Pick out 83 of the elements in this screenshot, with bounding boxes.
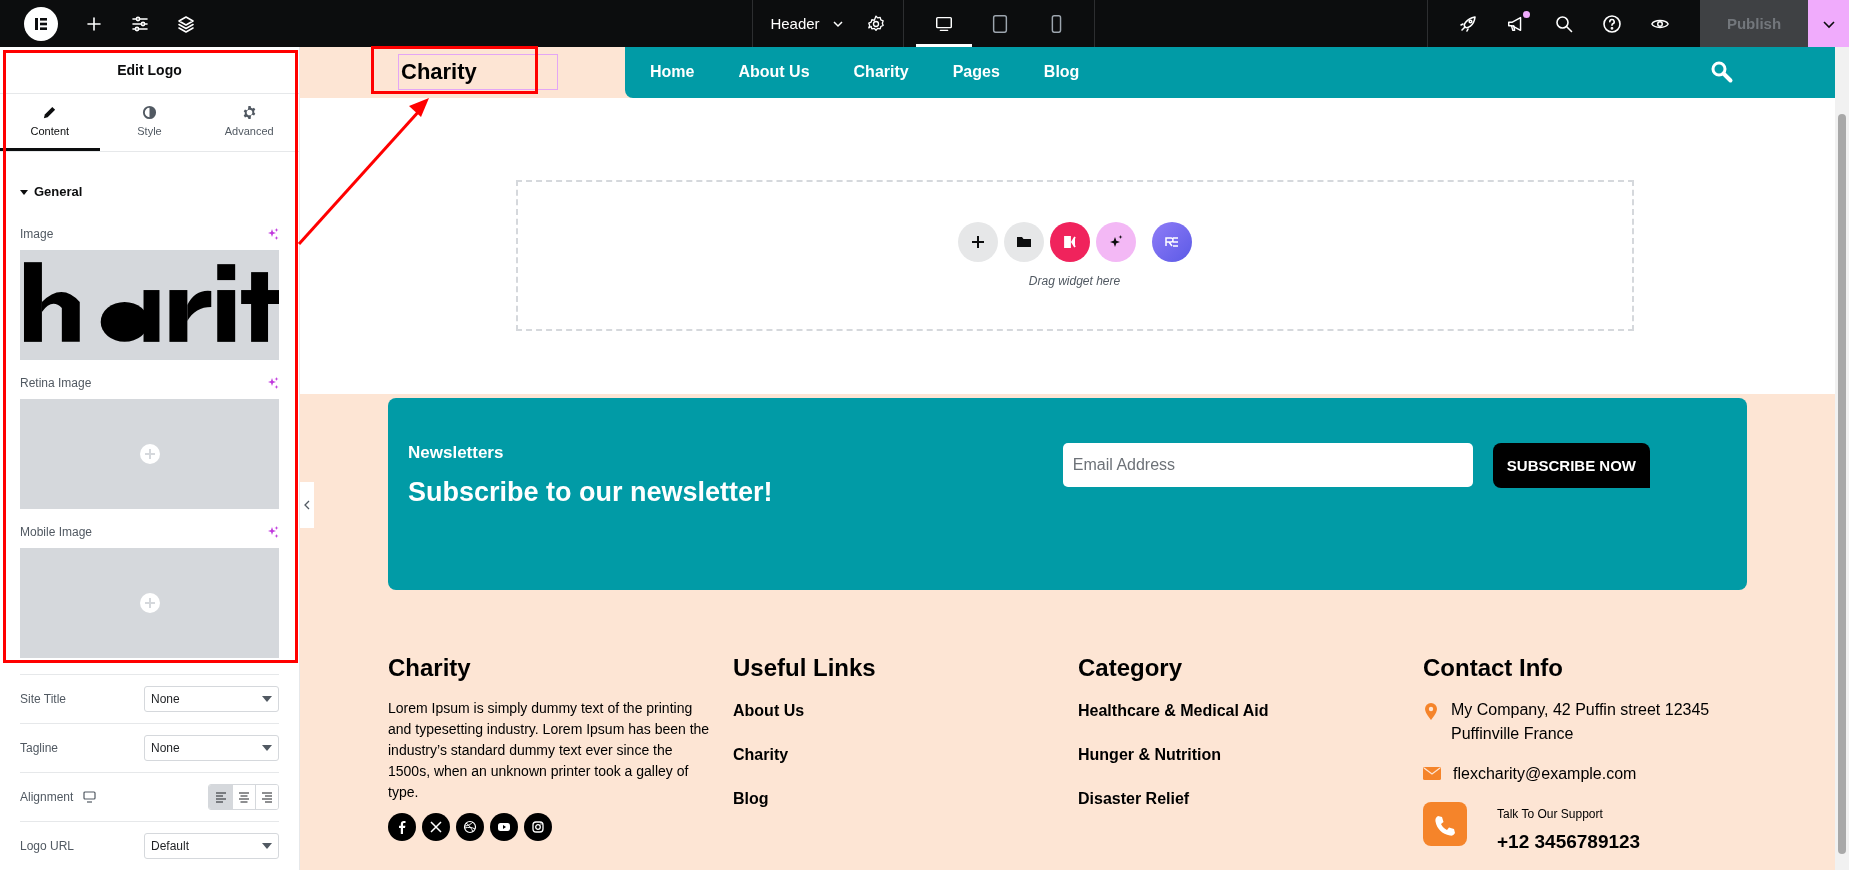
scrollbar[interactable] — [1835, 47, 1849, 870]
help-icon[interactable] — [1602, 13, 1622, 34]
panel-title: Edit Logo — [0, 47, 299, 94]
subscribe-button[interactable]: SUBSCRIBE NOW — [1492, 443, 1650, 488]
footer-link[interactable]: Charity — [733, 746, 1078, 764]
setting-label: Logo URL — [20, 839, 75, 853]
add-section-button[interactable] — [957, 222, 998, 263]
footer-link[interactable]: About Us — [733, 702, 1078, 720]
align-right-icon — [261, 791, 273, 803]
field-label: Image — [20, 227, 54, 241]
footer-link[interactable]: Blog — [733, 790, 1078, 808]
setting-label: Tagline — [20, 741, 59, 755]
email-field[interactable]: Email Address — [1062, 443, 1473, 487]
align-left-icon — [214, 791, 227, 803]
x-link[interactable] — [422, 813, 450, 841]
desktop-icon[interactable] — [83, 791, 97, 803]
newsletter-title: Subscribe to our newsletter! — [408, 477, 774, 508]
caret-icon — [20, 187, 28, 196]
setting-label: Alignment — [20, 790, 74, 804]
section-toggle[interactable]: General — [20, 184, 83, 199]
align-center-icon — [238, 791, 250, 803]
support-label: Talk To Our Support — [1497, 806, 1604, 823]
footer-text: Lorem Ipsum is simply dummy text of the printing and typesetting industry. Lorem Ipsum has been the industry’s standard dummy text ever since the 1500s, when an unknown printer took a galley of type. — [388, 699, 711, 802]
footer-heading: Charity — [388, 654, 472, 682]
footer-heading: Useful Links — [733, 654, 877, 682]
footer-link[interactable]: Disaster Relief — [1078, 790, 1423, 808]
select-field[interactable]: None — [144, 686, 279, 712]
play-link[interactable] — [490, 813, 518, 841]
add-image-icon — [138, 443, 161, 465]
caret-icon — [262, 745, 272, 751]
panel-tab[interactable]: Advanced — [199, 94, 299, 151]
pencil-icon — [42, 105, 58, 120]
template-folder-button[interactable] — [1003, 222, 1044, 263]
panel-tab[interactable]: Style — [99, 94, 200, 151]
ai-sparkle-button[interactable] — [1095, 222, 1136, 263]
ball-icon — [462, 819, 478, 835]
field-label: Mobile Image — [20, 525, 93, 539]
caret-icon — [262, 843, 272, 849]
kit-logo-button[interactable] — [1049, 222, 1090, 263]
location-pin-icon — [1423, 702, 1439, 722]
contact-email: flexcharity@example.com — [1453, 764, 1637, 784]
kit-logo-icon — [1061, 234, 1078, 251]
add-image-icon — [138, 592, 161, 614]
select-field[interactable]: None — [144, 735, 279, 761]
envelope-icon — [1423, 766, 1441, 780]
phone-icon — [1432, 813, 1458, 839]
align-button[interactable] — [209, 785, 232, 809]
field-label: Retina Image — [20, 376, 92, 390]
select-field[interactable]: Default — [144, 833, 279, 859]
drop-hint: Drag widget here — [1028, 274, 1121, 289]
panel-tab[interactable]: Content — [0, 94, 100, 151]
elementor-menu-button[interactable] — [24, 6, 58, 41]
caret-icon — [262, 696, 272, 702]
x-icon — [428, 819, 444, 835]
setting-label: Site Title — [20, 692, 67, 706]
search-icon[interactable] — [1554, 13, 1574, 34]
footer-link[interactable]: Hunger & Nutrition — [1078, 746, 1423, 764]
rocket-icon[interactable] — [1458, 13, 1478, 34]
align-button[interactable] — [255, 785, 278, 809]
layers-icon[interactable] — [176, 13, 196, 34]
addon-logo-button[interactable] — [1151, 222, 1192, 263]
facebook-link[interactable] — [388, 813, 416, 841]
newsletter-label: Newsletters — [408, 443, 505, 463]
scrollbar-thumb[interactable] — [1838, 114, 1846, 854]
settings-icon — [241, 105, 257, 120]
camera-link[interactable] — [524, 813, 552, 841]
chevron-left-icon — [304, 500, 310, 510]
bars-logo-icon — [33, 15, 49, 32]
camera-icon — [530, 819, 546, 835]
site-logo[interactable]: Charity — [398, 54, 558, 91]
support-phone: +12 3456789123 — [1497, 830, 1641, 854]
footer-link[interactable]: Healthcare & Medical Aid — [1078, 702, 1423, 720]
ai-sparkle-icon[interactable] — [267, 526, 279, 538]
settings-icon[interactable] — [865, 13, 886, 34]
add-icon — [969, 234, 986, 251]
footer-heading: Contact Info — [1423, 654, 1564, 682]
ai-sparkle-icon[interactable] — [267, 377, 279, 389]
contact-address: My Company, 42 Puffin street 12345 Puffinville France — [1451, 700, 1711, 744]
ai-sparkle-icon[interactable] — [267, 228, 279, 240]
document-dropdown[interactable]: Header — [770, 15, 844, 32]
footer-heading: Category — [1078, 654, 1184, 682]
tablet-icon — [990, 13, 1010, 34]
ball-link[interactable] — [456, 813, 484, 841]
